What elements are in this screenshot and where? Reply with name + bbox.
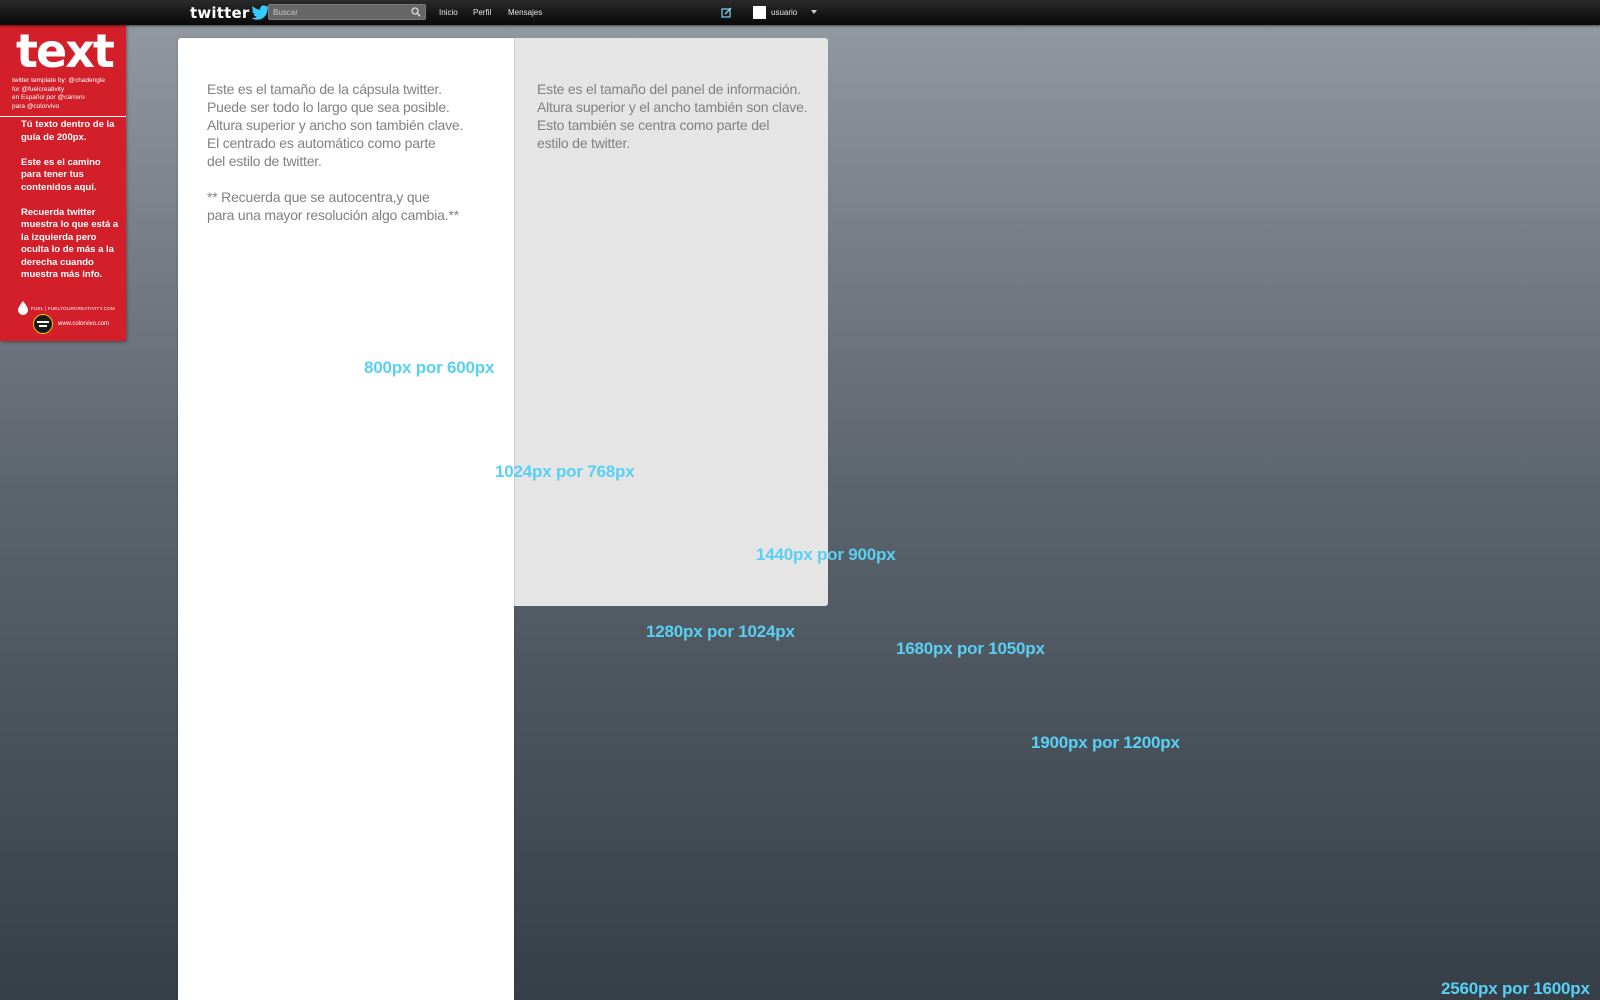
capsule-line: El centrado es automático como parte bbox=[207, 135, 436, 151]
badge-credits: twitter template by: @chadengle for @fue… bbox=[12, 77, 122, 111]
info-panel-text: Este es el tamaño del panel de informaci… bbox=[537, 80, 808, 152]
nav-messages[interactable]: Mensajes bbox=[508, 0, 542, 25]
capsule-line: del estilo de twitter. bbox=[207, 153, 322, 169]
info-panel: Este es el tamaño del panel de informaci… bbox=[514, 38, 828, 606]
twitter-capsule: Este es el tamaño de la cápsula twitter.… bbox=[178, 38, 514, 1000]
resolution-label-1900: 1900px por 1200px bbox=[1031, 733, 1180, 752]
resolution-label-1680: 1680px por 1050px bbox=[896, 639, 1045, 658]
nav-home[interactable]: Inicio bbox=[439, 0, 458, 25]
capsule-line: Puede ser todo lo largo que sea posible. bbox=[207, 99, 450, 115]
badge-note: Este es el camino para tener tus conteni… bbox=[21, 156, 101, 193]
credit-line: para @colorvivo bbox=[12, 102, 60, 110]
fuel-credit: FUEL | FUELYOURCREATIVITY.COM bbox=[18, 301, 115, 315]
capsule-text: Este es el tamaño de la cápsula twitter.… bbox=[207, 80, 463, 224]
caret-down-icon[interactable] bbox=[811, 10, 817, 14]
capsule-line: Este es el tamaño de la cápsula twitter. bbox=[207, 81, 442, 97]
resolution-label-800: 800px por 600px bbox=[364, 358, 495, 377]
resolution-label-2560: 2560px por 1600px bbox=[1441, 979, 1590, 998]
drop-icon bbox=[18, 301, 28, 315]
twitter-logo[interactable]: twitter bbox=[190, 3, 270, 22]
badge-divider bbox=[0, 116, 126, 117]
fuel-text: FUEL | FUELYOURCREATIVITY.COM bbox=[31, 305, 115, 311]
badge-title: text bbox=[16, 24, 115, 78]
search-icon[interactable] bbox=[410, 6, 422, 18]
colorvivo-credit: www.colorvivo.com bbox=[33, 314, 109, 334]
credit-line: for @fuelcreativity bbox=[12, 85, 65, 93]
search-box[interactable] bbox=[268, 4, 426, 20]
info-line: Altura superior y el ancho también son c… bbox=[537, 99, 808, 115]
info-line: Este es el tamaño del panel de informaci… bbox=[537, 81, 801, 97]
capsule-line: Altura superior y ancho son también clav… bbox=[207, 117, 464, 133]
colorvivo-logo-icon bbox=[33, 314, 53, 334]
logo-text: twitter bbox=[190, 3, 250, 22]
badge-note: Tú texto dentro de la guía de 200px. bbox=[21, 119, 115, 143]
info-line: Esto también se centra como parte del bbox=[537, 117, 770, 133]
username[interactable]: usuario bbox=[771, 0, 797, 25]
resolution-label-1024: 1024px por 768px bbox=[495, 462, 635, 481]
resolution-label-1280: 1280px por 1024px bbox=[646, 622, 795, 641]
credit-line: twitter template by: @chadengle bbox=[12, 77, 105, 84]
compose-icon[interactable] bbox=[721, 7, 732, 18]
badge-notes: Tú texto dentro de la guía de 200px. Est… bbox=[21, 119, 123, 294]
colorvivo-url[interactable]: www.colorvivo.com bbox=[58, 321, 109, 327]
badge-note: Recuerda twitter muestra lo que está a l… bbox=[21, 206, 119, 281]
avatar[interactable] bbox=[753, 6, 766, 19]
resolution-label-1440: 1440px por 900px bbox=[756, 545, 896, 564]
top-bar: twitter Inicio Perfil Mensajes usuario bbox=[0, 0, 1600, 25]
search-input[interactable] bbox=[269, 5, 410, 19]
template-badge: text twitter template by: @chadengle for… bbox=[0, 24, 126, 341]
capsule-note-line: para una mayor resolución algo cambia.** bbox=[207, 207, 459, 223]
nav-profile[interactable]: Perfil bbox=[473, 0, 491, 25]
credit-line: en Español por @carrero bbox=[12, 94, 85, 101]
capsule-note-line: ** Recuerda que se autocentra,y que bbox=[207, 189, 430, 205]
info-line: estilo de twitter. bbox=[537, 135, 630, 151]
